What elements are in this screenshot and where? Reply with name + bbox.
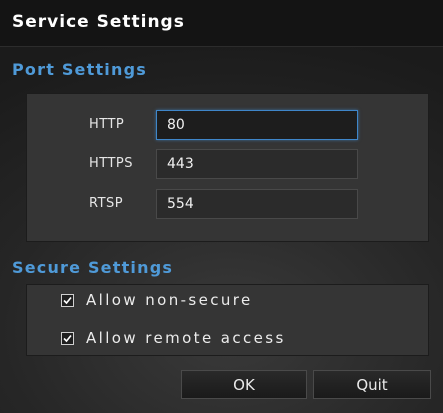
quit-button[interactable]: Quit (313, 370, 431, 399)
checkmark-icon (63, 296, 72, 304)
allow-non-secure-checkbox-row[interactable]: Allow non-secure (61, 290, 253, 310)
https-label: HTTPS (89, 156, 134, 171)
allow-non-secure-label: Allow non-secure (86, 291, 253, 309)
http-label: HTTP (89, 117, 125, 132)
allow-remote-access-checkbox[interactable] (61, 331, 74, 345)
rtsp-label: RTSP (89, 196, 124, 211)
http-port-input[interactable] (156, 110, 358, 140)
checkmark-icon (63, 334, 72, 342)
allow-remote-access-label: Allow remote access (86, 329, 286, 347)
allow-non-secure-checkbox[interactable] (61, 293, 74, 307)
port-settings-heading: Port Settings (12, 60, 147, 79)
dialog-title: Service Settings (12, 12, 185, 32)
allow-remote-access-checkbox-row[interactable]: Allow remote access (61, 328, 286, 348)
service-settings-dialog: Service Settings Port Settings HTTP HTTP… (0, 0, 443, 413)
title-bar: Service Settings (0, 0, 443, 47)
https-port-input[interactable] (156, 149, 358, 179)
secure-settings-heading: Secure Settings (12, 258, 174, 277)
ok-button[interactable]: OK (181, 370, 307, 399)
rtsp-port-input[interactable] (156, 189, 358, 219)
